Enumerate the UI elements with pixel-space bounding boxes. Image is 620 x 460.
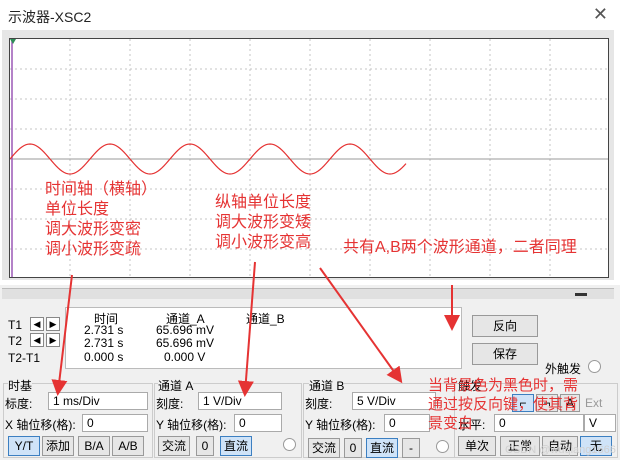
watermark: CSDN @wuqiang1666 <box>505 444 616 456</box>
arrow-channel-b <box>319 267 403 384</box>
note-time-axis: 时间轴（横轴） 单位长度 调大波形变密 调小波形变疏 <box>45 181 158 258</box>
note-vertical-axis: 纵轴单位长度 调大波形变矮 调小波形变高 <box>215 194 312 251</box>
arrow-channel-a <box>237 261 256 397</box>
arrow-timebase <box>51 274 73 396</box>
note-channels: 共有A,B两个波形通道，二者同理 <box>343 239 577 256</box>
note-background: 当背景色为黑色时，需 通过按反向键，使其背 景变白 <box>428 377 579 432</box>
